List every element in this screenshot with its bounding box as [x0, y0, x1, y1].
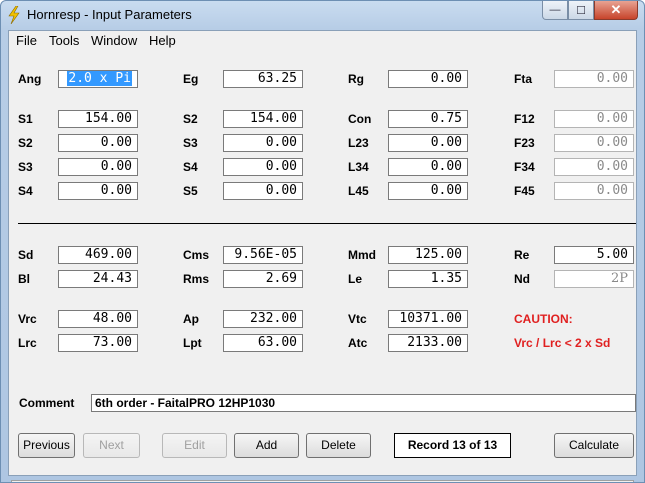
previous-button[interactable]: Previous	[18, 433, 75, 458]
atc-label: Atc	[348, 336, 368, 350]
l23-field[interactable]: 0.00	[388, 134, 468, 152]
f12-field: 0.00	[554, 110, 634, 128]
close-icon: ✕	[610, 2, 622, 17]
con-label: Con	[348, 112, 372, 126]
s2-field[interactable]: 154.00	[223, 110, 303, 128]
bl-field[interactable]: 24.43	[58, 270, 138, 288]
lrc-field[interactable]: 73.00	[58, 334, 138, 352]
lrc-label: Lrc	[18, 336, 37, 350]
s3-seg3-label: S3	[18, 160, 33, 174]
f45-label: F45	[514, 184, 535, 198]
delete-button[interactable]: Delete	[306, 433, 371, 458]
rg-label: Rg	[348, 72, 364, 86]
add-button[interactable]: Add	[234, 433, 299, 458]
bl-label: Bl	[18, 272, 30, 286]
f34-field: 0.00	[554, 158, 634, 176]
title-bar[interactable]: Hornresp - Input Parameters — ☐ ✕	[1, 1, 644, 30]
maximize-button[interactable]: ☐	[568, 1, 594, 20]
edit-button[interactable]: Edit	[162, 433, 227, 458]
s2-seg2-field[interactable]: 0.00	[58, 134, 138, 152]
l34-field[interactable]: 0.00	[388, 158, 468, 176]
nd-field[interactable]: 2P	[554, 270, 634, 288]
vtc-label: Vtc	[348, 312, 367, 326]
fta-label: Fta	[514, 72, 532, 86]
nd-label: Nd	[514, 272, 530, 286]
section-divider	[18, 223, 636, 224]
caption-buttons: — ☐ ✕	[542, 1, 638, 21]
le-label: Le	[348, 272, 363, 286]
window-title: Hornresp - Input Parameters	[27, 7, 192, 22]
mmd-field[interactable]: 125.00	[388, 246, 468, 264]
sd-field[interactable]: 469.00	[58, 246, 138, 264]
l45-label: L45	[348, 184, 369, 198]
cms-field[interactable]: 9.56E-05	[223, 246, 303, 264]
lpt-label: Lpt	[183, 336, 202, 350]
f12-label: F12	[514, 112, 535, 126]
next-button[interactable]: Next	[83, 433, 140, 458]
s3-field[interactable]: 0.00	[223, 134, 303, 152]
caution-title: CAUTION:	[514, 312, 573, 326]
calculate-button[interactable]: Calculate	[554, 433, 634, 458]
l34-label: L34	[348, 160, 369, 174]
minimize-button[interactable]: —	[542, 1, 568, 20]
atc-field[interactable]: 2133.00	[388, 334, 468, 352]
l45-field[interactable]: 0.00	[388, 182, 468, 200]
record-indicator: Record 13 of 13	[394, 433, 511, 458]
client-area: File Tools Window Help Ang 2.0 x Pi Eg 6…	[8, 30, 637, 482]
con-field[interactable]: 0.75	[388, 110, 468, 128]
s4-seg4-field[interactable]: 0.00	[58, 182, 138, 200]
cms-label: Cms	[183, 248, 210, 262]
s2-label: S2	[183, 112, 198, 126]
s4-label: S4	[183, 160, 198, 174]
vrc-field[interactable]: 48.00	[58, 310, 138, 328]
lpt-field[interactable]: 63.00	[223, 334, 303, 352]
vtc-field[interactable]: 10371.00	[388, 310, 468, 328]
ap-label: Ap	[183, 312, 199, 326]
mmd-label: Mmd	[348, 248, 376, 262]
s4-seg4-label: S4	[18, 184, 33, 198]
eg-field[interactable]: 63.25	[223, 70, 303, 88]
rms-label: Rms	[183, 272, 210, 286]
eg-label: Eg	[183, 72, 199, 86]
s2-seg2-label: S2	[18, 136, 33, 150]
s5-field[interactable]: 0.00	[223, 182, 303, 200]
ap-field[interactable]: 232.00	[223, 310, 303, 328]
s3-label: S3	[183, 136, 198, 150]
s3-seg3-field[interactable]: 0.00	[58, 158, 138, 176]
fta-field: 0.00	[554, 70, 634, 88]
parameters-panel: Ang 2.0 x Pi Eg 63.25 Rg 0.00 Fta 0.00 S…	[9, 50, 636, 482]
rg-field[interactable]: 0.00	[388, 70, 468, 88]
vrc-label: Vrc	[18, 312, 37, 326]
l23-label: L23	[348, 136, 369, 150]
re-field[interactable]: 5.00	[554, 246, 634, 264]
app-window: Hornresp - Input Parameters — ☐ ✕ File T…	[0, 0, 645, 483]
s4-field[interactable]: 0.00	[223, 158, 303, 176]
rms-field[interactable]: 2.69	[223, 270, 303, 288]
menu-bar: File Tools Window Help	[9, 31, 636, 50]
s5-label: S5	[183, 184, 198, 198]
caution-message: Vrc / Lrc < 2 x Sd	[514, 336, 611, 350]
comment-label: Comment	[19, 396, 75, 410]
le-field[interactable]: 1.35	[388, 270, 468, 288]
s1-label: S1	[18, 112, 33, 126]
s1-field[interactable]: 154.00	[58, 110, 138, 128]
lightning-bolt-icon	[8, 6, 20, 24]
f34-label: F34	[514, 160, 535, 174]
menu-window[interactable]: Window	[91, 33, 137, 48]
ang-field[interactable]: 2.0 x Pi	[58, 70, 138, 88]
menu-tools[interactable]: Tools	[49, 33, 79, 48]
menu-file[interactable]: File	[16, 33, 37, 48]
f45-field: 0.00	[554, 182, 634, 200]
ang-label: Ang	[18, 72, 42, 86]
maximize-icon: ☐	[576, 4, 586, 17]
f23-label: F23	[514, 136, 535, 150]
sd-label: Sd	[18, 248, 34, 262]
close-button[interactable]: ✕	[594, 1, 638, 20]
f23-field: 0.00	[554, 134, 634, 152]
menu-help[interactable]: Help	[149, 33, 176, 48]
re-label: Re	[514, 248, 530, 262]
minimize-icon: —	[549, 4, 561, 16]
comment-field[interactable]: 6th order - FaitalPRO 12HP1030	[91, 394, 636, 412]
